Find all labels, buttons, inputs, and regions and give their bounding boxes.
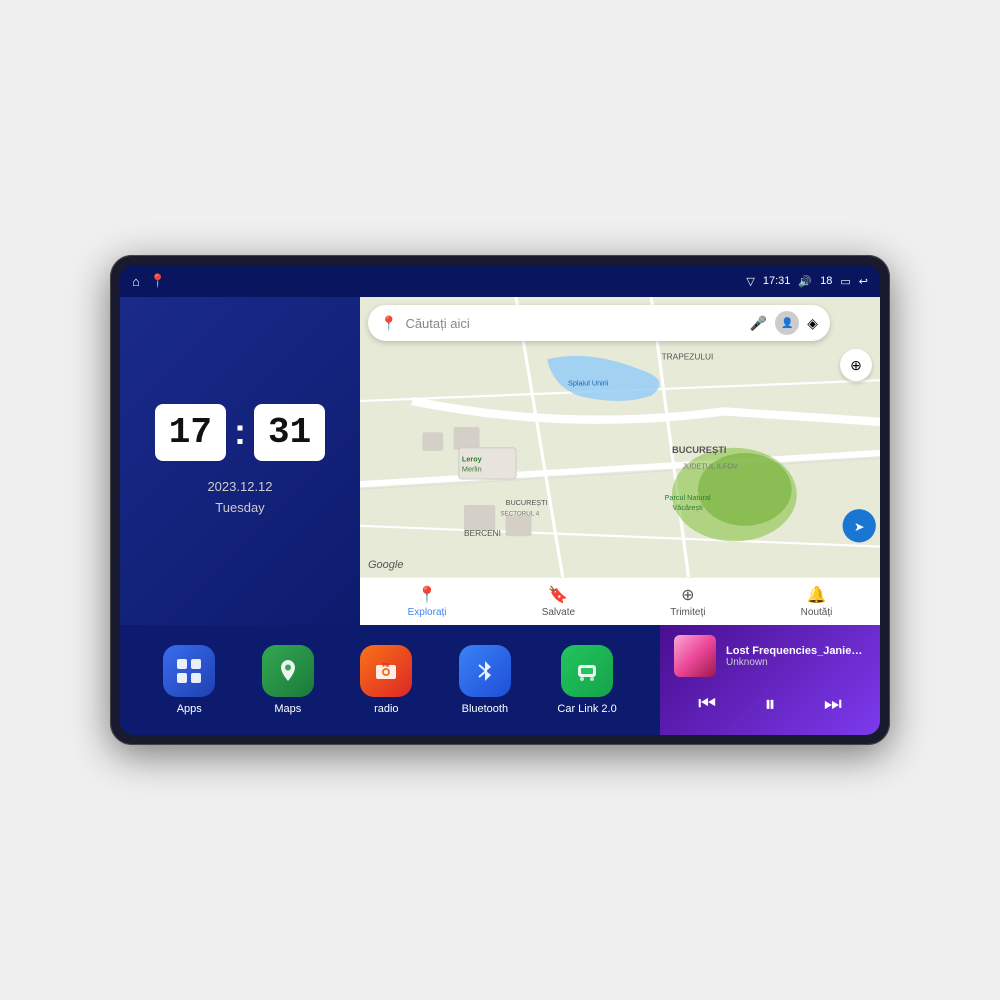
maps-app-icon: [262, 645, 314, 697]
clock-colon: :: [234, 411, 246, 453]
back-icon[interactable]: ↩: [859, 275, 868, 288]
radio-icon: FM: [360, 645, 412, 697]
bottom-section: Apps Maps: [120, 625, 880, 735]
google-logo: Google: [368, 559, 403, 571]
clock-date: 2023.12.12 Tuesday: [207, 477, 272, 519]
main-content: 17 : 31 2023.12.12 Tuesday: [120, 297, 880, 735]
svg-text:➤: ➤: [854, 520, 864, 534]
map-nav-saved[interactable]: 🔖 Salvate: [542, 585, 575, 618]
map-nav-send[interactable]: ⊕ Trimiteți: [670, 585, 705, 618]
carlink-label: Car Link 2.0: [557, 703, 616, 715]
clock-display: 17 : 31: [155, 404, 325, 461]
map-controls: ⊕: [840, 349, 872, 381]
map-panel[interactable]: Leroy Merlin BUCUREȘTI JUDEȚUL ILFOV BER…: [360, 297, 880, 625]
maps-status-icon[interactable]: 📍: [150, 273, 166, 289]
music-title: Lost Frequencies_Janieck Devy-...: [726, 645, 866, 657]
map-nav-explore[interactable]: 📍 Explorați: [408, 585, 447, 618]
bluetooth-app-icon: [459, 645, 511, 697]
volume-icon: 🔊: [798, 275, 812, 288]
mic-icon[interactable]: 🎤: [750, 315, 767, 332]
svg-text:FM: FM: [383, 663, 390, 669]
user-avatar[interactable]: 👤: [775, 311, 799, 335]
svg-text:JUDEȚUL ILFOV: JUDEȚUL ILFOV: [682, 462, 738, 471]
play-pause-button[interactable]: ⏸: [756, 687, 783, 721]
battery-icon: ▭: [840, 275, 850, 288]
next-button[interactable]: ⏭: [816, 689, 850, 720]
map-search-bar[interactable]: 📍 Căutați aici 🎤 👤 ◈: [368, 305, 830, 341]
svg-text:Merlin: Merlin: [462, 465, 482, 474]
status-time: 17:31: [763, 275, 791, 287]
signal-icon: ▽: [746, 275, 754, 288]
carlink-icon: [561, 645, 613, 697]
explore-label: Explorați: [408, 607, 447, 618]
google-maps-logo: 📍: [380, 315, 397, 332]
map-search-input[interactable]: Căutați aici: [405, 316, 741, 331]
news-label: Noutăți: [801, 607, 833, 618]
music-text: Lost Frequencies_Janieck Devy-... Unknow…: [726, 645, 866, 668]
apps-label: Apps: [177, 703, 202, 715]
music-player: Lost Frequencies_Janieck Devy-... Unknow…: [660, 625, 880, 735]
bluetooth-label: Bluetooth: [462, 703, 508, 715]
map-background: Leroy Merlin BUCUREȘTI JUDEȚUL ILFOV BER…: [360, 297, 880, 609]
volume-level: 18: [820, 275, 832, 287]
music-controls: ⏮ ⏸ ⏭: [674, 687, 866, 721]
location-btn[interactable]: ⊕: [840, 349, 872, 381]
svg-text:Parcul Natural: Parcul Natural: [665, 493, 711, 502]
device-screen: ⌂ 📍 ▽ 17:31 🔊 18 ▭ ↩ 17 :: [120, 265, 880, 735]
status-right: ▽ 17:31 🔊 18 ▭ ↩: [746, 275, 868, 288]
svg-text:TRAPEZULUI: TRAPEZULUI: [662, 351, 714, 361]
svg-text:BUCUREȘTI: BUCUREȘTI: [506, 498, 548, 507]
clock-minutes: 31: [254, 404, 325, 461]
top-section: 17 : 31 2023.12.12 Tuesday: [120, 297, 880, 625]
svg-text:Splaiul Unirii: Splaiul Unirii: [568, 378, 609, 387]
saved-icon: 🔖: [548, 585, 568, 605]
app-item-carlink[interactable]: Car Link 2.0: [557, 645, 616, 715]
music-thumbnail: [674, 635, 716, 677]
app-item-radio[interactable]: FM radio: [360, 645, 412, 715]
music-info: Lost Frequencies_Janieck Devy-... Unknow…: [674, 635, 866, 677]
map-nav-news[interactable]: 🔔 Noutăți: [801, 585, 833, 618]
app-item-apps[interactable]: Apps: [163, 645, 215, 715]
device-frame: ⌂ 📍 ▽ 17:31 🔊 18 ▭ ↩ 17 :: [110, 255, 890, 745]
radio-label: radio: [374, 703, 398, 715]
svg-text:Leroy: Leroy: [462, 454, 482, 463]
clock-hours: 17: [155, 404, 226, 461]
map-bottom-nav: 📍 Explorați 🔖 Salvate ⊕ Trimiteți 🔔: [360, 577, 880, 625]
status-bar: ⌂ 📍 ▽ 17:31 🔊 18 ▭ ↩: [120, 265, 880, 297]
send-icon: ⊕: [681, 585, 694, 605]
news-icon: 🔔: [807, 585, 827, 605]
prev-button[interactable]: ⏮: [690, 689, 724, 720]
home-icon[interactable]: ⌂: [132, 274, 140, 289]
svg-text:SECTORUL 4: SECTORUL 4: [500, 510, 539, 517]
app-item-maps[interactable]: Maps: [262, 645, 314, 715]
maps-label: Maps: [274, 703, 301, 715]
layers-icon[interactable]: ◈: [807, 315, 818, 332]
app-item-bluetooth[interactable]: Bluetooth: [459, 645, 511, 715]
svg-text:BUCUREȘTI: BUCUREȘTI: [672, 445, 727, 455]
svg-text:BERCENI: BERCENI: [464, 528, 501, 538]
clock-panel: 17 : 31 2023.12.12 Tuesday: [120, 297, 360, 625]
send-label: Trimiteți: [670, 607, 705, 618]
music-thumb-image: [674, 635, 716, 677]
music-artist: Unknown: [726, 657, 866, 668]
svg-text:Văcărești: Văcărești: [672, 503, 703, 512]
app-dock: Apps Maps: [120, 625, 660, 735]
status-left-icons: ⌂ 📍: [132, 273, 166, 289]
explore-icon: 📍: [417, 585, 437, 605]
saved-label: Salvate: [542, 607, 575, 618]
apps-icon: [163, 645, 215, 697]
